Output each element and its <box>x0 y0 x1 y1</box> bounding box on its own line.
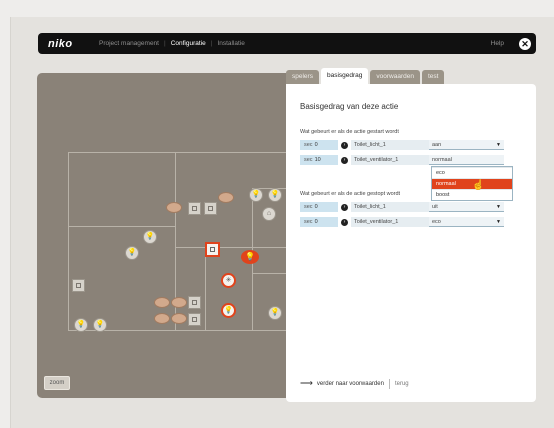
stop-question: Wat gebeurt er als de actie gestopt word… <box>300 191 401 197</box>
switch-device[interactable] <box>204 202 217 215</box>
motion-sensor-device[interactable] <box>171 297 187 308</box>
arrow-right-icon: ⟶ <box>300 378 313 388</box>
light-icon[interactable]: ⌂ <box>262 207 276 221</box>
wall <box>68 330 317 331</box>
top-navbar: niko Project management | Configuratie |… <box>38 33 536 54</box>
ventilator-icon[interactable]: ✳ <box>221 273 236 288</box>
light-icon[interactable]: 💡 <box>125 246 139 260</box>
wall <box>68 226 175 227</box>
delay-field[interactable]: sec 0 <box>300 202 338 212</box>
arrow-right-icon: › <box>341 141 348 149</box>
wall <box>175 247 287 248</box>
target-field[interactable]: Toilet_licht_1 <box>351 202 429 212</box>
next-link[interactable]: verder naar voorwaarden <box>317 381 384 387</box>
stop-row-1: sec 0 › Toilet_licht_1 uit ▼ <box>300 202 504 212</box>
panel-footer: ⟶ verder naar voorwaarden terug <box>300 378 409 389</box>
selected-action-icon[interactable]: 💡 <box>241 250 259 264</box>
zoom-button[interactable]: zoom <box>44 376 70 390</box>
tab-spelers[interactable]: spelers <box>286 70 319 84</box>
light-icon[interactable]: 💡 <box>93 318 107 332</box>
wall <box>68 152 69 330</box>
light-icon[interactable]: 💡 <box>268 188 282 202</box>
chevron-down-icon: ▼ <box>496 219 501 225</box>
switch-device[interactable] <box>72 279 85 292</box>
floorplan-canvas[interactable] <box>37 73 317 398</box>
light-icon[interactable]: 💡 <box>74 318 88 332</box>
light-icon[interactable]: 💡 <box>268 306 282 320</box>
motion-sensor-device[interactable] <box>166 202 182 213</box>
motion-sensor-device[interactable] <box>154 297 170 308</box>
value-select[interactable]: uit ▼ <box>429 202 504 212</box>
back-link[interactable]: terug <box>395 381 409 387</box>
close-icon[interactable]: ✕ <box>519 37 531 50</box>
value-select-open[interactable]: normaal <box>429 155 504 165</box>
wall <box>205 247 206 331</box>
motion-sensor-device[interactable] <box>154 313 170 324</box>
delay-field[interactable]: sec 10 <box>300 155 338 165</box>
chevron-down-icon: ▼ <box>496 142 501 148</box>
panel-tabs: spelers basisgedrag voorwaarden test <box>286 68 446 84</box>
behaviour-panel: Basisgedrag van deze actie Wat gebeurt e… <box>286 84 536 402</box>
hand-cursor-icon: ☝ <box>472 180 485 191</box>
panel-title: Basisgedrag van deze actie <box>300 102 399 111</box>
nav-configuratie[interactable]: Configuratie <box>166 40 211 47</box>
chevron-down-icon: ▼ <box>496 204 501 210</box>
switch-device[interactable] <box>188 313 201 326</box>
light-icon[interactable]: 💡 <box>221 303 236 318</box>
value-select[interactable]: eco ▼ <box>429 217 504 227</box>
light-icon[interactable]: 💡 <box>143 230 157 244</box>
delay-field[interactable]: sec 0 <box>300 217 338 227</box>
start-row-1: sec 0 › Toilet_licht_1 aan ▼ <box>300 140 504 150</box>
tab-test[interactable]: test <box>421 70 445 84</box>
target-field[interactable]: Toilet_ventilator_1 <box>351 155 429 165</box>
target-field[interactable]: Toilet_licht_1 <box>351 140 429 150</box>
selected-switch-device[interactable] <box>205 242 220 257</box>
nav-project-management[interactable]: Project management <box>94 40 164 47</box>
tab-basisgedrag[interactable]: basisgedrag <box>320 68 369 84</box>
delay-field[interactable]: sec 0 <box>300 140 338 150</box>
stop-row-2: sec 0 › Toilet_ventilator_1 eco ▼ <box>300 217 504 227</box>
dropdown-option-eco[interactable]: eco <box>432 167 512 178</box>
footer-divider <box>388 378 390 389</box>
motion-sensor-device[interactable] <box>171 313 187 324</box>
tab-voorwaarden[interactable]: voorwaarden <box>370 70 420 84</box>
arrow-right-icon: › <box>341 156 348 164</box>
switch-device[interactable] <box>188 296 201 309</box>
motion-sensor-device[interactable] <box>218 192 234 203</box>
start-question: Wat gebeurt er als de actie gestart word… <box>300 129 399 135</box>
wall <box>68 152 317 153</box>
target-field[interactable]: Toilet_ventilator_1 <box>351 217 429 227</box>
value-select[interactable]: aan ▼ <box>429 140 504 150</box>
arrow-right-icon: › <box>341 203 348 211</box>
niko-logo: niko <box>48 37 73 50</box>
arrow-right-icon: › <box>341 218 348 226</box>
light-icon[interactable]: 💡 <box>249 188 263 202</box>
switch-device[interactable] <box>188 202 201 215</box>
help-link[interactable]: Help <box>486 40 509 47</box>
start-row-2: sec 10 › Toilet_ventilator_1 normaal <box>300 155 504 165</box>
nav-installatie[interactable]: Installatie <box>212 40 249 47</box>
